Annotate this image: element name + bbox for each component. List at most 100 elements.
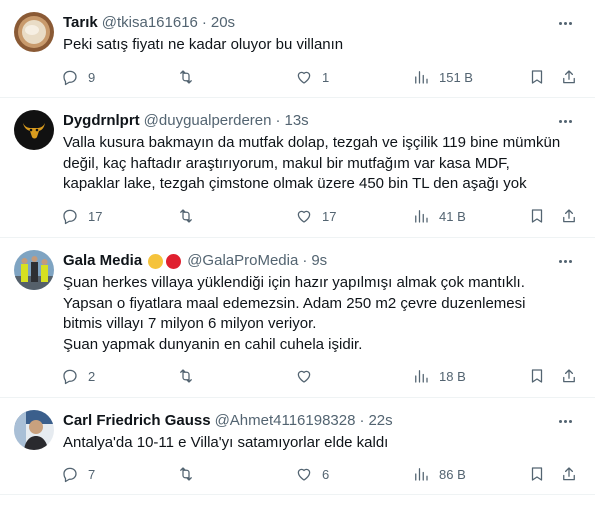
separator: · [359,412,365,429]
like-count: 1 [322,69,330,85]
reply-icon [63,467,77,483]
share-icon [563,369,575,383]
bookmark-icon [531,209,543,223]
reply-button[interactable]: 9 [61,64,95,90]
avatar[interactable] [14,250,54,290]
retweet-button[interactable] [177,461,204,487]
tweet-text-line: kapaklar lake, tezgah çimstone olmak üze… [63,175,527,192]
tweet-text-line: Yapsan o fiyatlara maal edemezsin. Adam … [63,294,526,312]
tweet-text: Antalya'da 10-11 e Villa'yı satamıyorlar… [63,433,573,454]
bookmark-icon [531,70,543,84]
tweet-text-line: Şuan yapmak dunyanin en cahil cuhela işi… [63,335,363,353]
views-button[interactable]: 41 B [412,203,466,229]
avatar[interactable] [14,12,54,52]
share-button[interactable] [560,64,578,90]
bookmark-button[interactable] [528,363,546,389]
author-handle[interactable]: @duygualperderen [144,111,272,131]
timestamp[interactable]: 13s [285,111,309,131]
separator: · [275,112,281,129]
share-icon [563,209,575,223]
author-name[interactable]: Gala Media [63,251,142,271]
tweet[interactable]: Carl Friedrich Gauss @Ahmet4116198328 · … [0,398,595,495]
tweet-actions: 2 18 B [55,363,585,389]
like-count: 6 [322,466,330,482]
reply-button[interactable]: 17 [61,203,102,229]
avatar[interactable] [14,410,54,450]
retweet-icon [180,369,192,383]
more-icon[interactable] [555,412,575,430]
tweet-text-line: Peki satış fiyatı ne kadar oluyor bu vil… [63,36,344,53]
bookmark-button[interactable] [528,461,546,487]
share-button[interactable] [560,203,578,229]
timestamp[interactable]: 9s [311,251,327,271]
reply-count: 7 [88,466,96,482]
views-button[interactable]: 86 B [412,461,466,487]
author-name[interactable]: Dygdrnlprt [63,111,140,131]
tweet[interactable]: Dygdrnlprt @duygualperderen · 13s Valla … [0,98,595,238]
author-name[interactable]: Carl Friedrich Gauss [63,411,211,431]
reply-count: 9 [88,69,96,85]
bookmark-icon [531,467,543,481]
tweet-text-line: değil, kaç haftadır araştırıyorum, makul… [63,154,510,172]
more-icon[interactable] [555,112,575,130]
view-count: 151 B [439,69,473,85]
retweet-button[interactable] [177,64,204,90]
tweet[interactable]: Gala Media @GalaProMedia · 9s Şuan herke… [0,238,595,398]
heart-icon [297,71,311,84]
bookmark-button[interactable] [528,203,546,229]
views-button[interactable]: 151 B [412,64,473,90]
heart-icon [297,468,311,481]
tweet-text-line: bitmis villayı 7 milyon 6 milyon veriyor… [63,315,317,332]
view-count: 41 B [439,208,466,224]
views-button[interactable]: 18 B [412,363,466,389]
retweet-icon [180,467,192,481]
reply-count: 2 [88,368,96,384]
heart-icon [297,370,311,383]
author-handle[interactable]: @Ahmet4116198328 [215,411,356,431]
retweet-button[interactable] [177,203,204,229]
more-icon[interactable] [555,252,575,270]
bookmark-icon [531,369,543,383]
tweet-actions: 7 6 86 B [55,461,585,487]
heart-icon [297,210,311,223]
reply-icon [63,70,77,86]
timestamp[interactable]: 20s [211,13,235,33]
avatar[interactable] [14,110,54,150]
like-button[interactable]: 6 [295,461,329,487]
tweet-text: Valla kusura bakmayın da mutfak dolap, t… [63,133,573,195]
share-button[interactable] [560,363,578,389]
view-count: 86 B [439,466,466,482]
red-circle-emoji [166,253,182,269]
view-count: 18 B [439,368,466,384]
author-name[interactable]: Tarık [63,13,98,33]
reply-button[interactable]: 2 [61,363,95,389]
yellow-circle-emoji [148,253,164,269]
tweet-text: Peki satış fiyatı ne kadar oluyor bu vil… [63,35,573,56]
timestamp[interactable]: 22s [368,411,392,431]
reply-count: 17 [88,208,103,224]
like-button[interactable]: 1 [295,64,329,90]
retweet-button[interactable] [177,363,204,389]
author-handle[interactable]: @GalaProMedia [187,251,298,271]
tweet-text-line: Antalya'da 10-11 e Villa'yı satamıyorlar… [63,434,389,451]
like-button[interactable]: 17 [295,203,336,229]
views-chart-icon [415,210,428,223]
tweet-feed: Tarık @tkisa161616 · 20s Peki satış fiya… [0,0,595,507]
views-chart-icon [415,71,428,84]
tweet-actions: 17 17 41 B [55,203,585,229]
like-count: 17 [322,208,337,224]
more-icon[interactable] [555,14,575,32]
tweet[interactable]: Tarık @tkisa161616 · 20s Peki satış fiya… [0,0,595,98]
author-handle[interactable]: @tkisa161616 [102,13,198,33]
share-button[interactable] [560,461,578,487]
tweet-header: Tarık @tkisa161616 · 20s [63,13,555,33]
tweet-text-line: Valla kusura bakmayın da mutfak dolap, t… [63,134,561,151]
bookmark-button[interactable] [528,64,546,90]
like-button[interactable] [295,363,322,389]
tweet-header: Gala Media @GalaProMedia · 9s [63,251,555,271]
tweet-header: Carl Friedrich Gauss @Ahmet4116198328 · … [63,411,555,431]
separator: · [201,14,207,31]
reply-button[interactable]: 7 [61,461,95,487]
retweet-icon [180,209,192,223]
retweet-icon [180,70,192,84]
